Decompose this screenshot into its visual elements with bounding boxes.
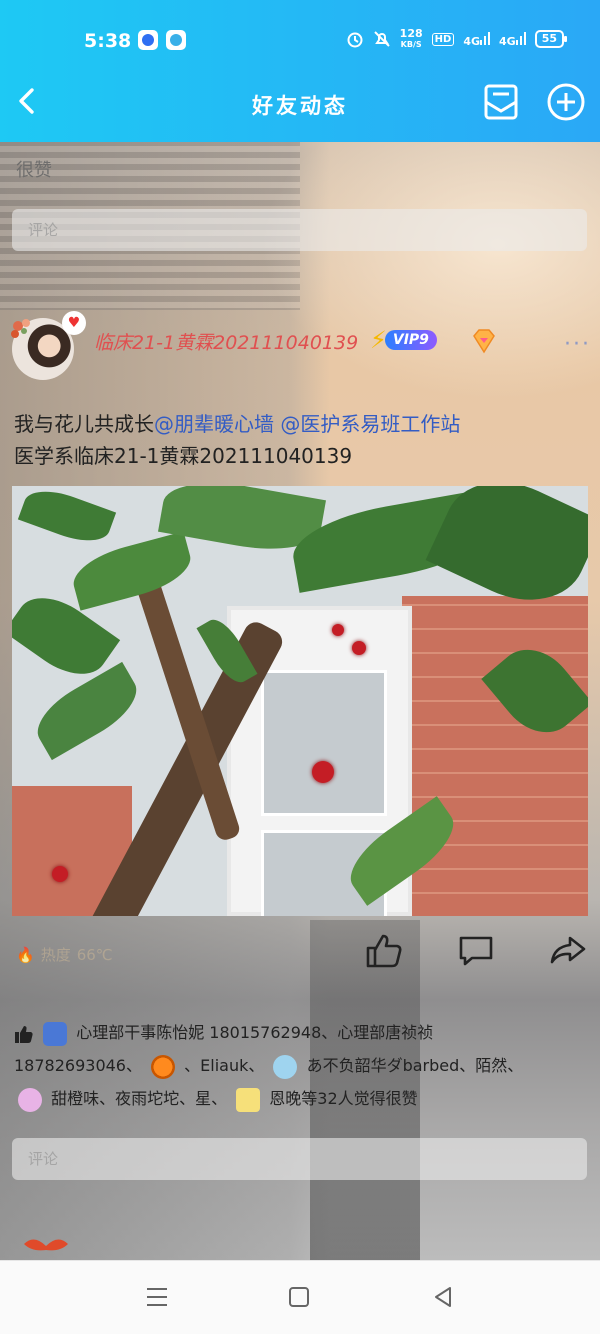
system-nav-bar	[0, 1260, 600, 1334]
moon-badge-icon	[18, 1087, 42, 1112]
net-label: 4G	[499, 34, 516, 48]
likes-names[interactable]: 恩晚等32人觉得很赞	[269, 1089, 417, 1108]
more-options-icon[interactable]: ···	[564, 332, 591, 357]
back-triangle-icon[interactable]	[432, 1285, 454, 1309]
signal-bars-icon	[480, 31, 490, 45]
flower-frame-icon	[11, 319, 30, 338]
signal-4g-2: 4G	[499, 31, 526, 48]
likes-names[interactable]: 、Eliauk、	[184, 1056, 264, 1075]
likes-names[interactable]: 心理部干事陈怡妮 18015762948、心理部唐祯祯	[76, 1023, 433, 1042]
status-bar: 5:38 128 KB/S HD 4G 4G 55	[0, 0, 600, 80]
comment-input[interactable]: 评论	[12, 1138, 587, 1180]
user-badge-icon	[43, 1021, 68, 1046]
hot-value: 66℃	[76, 945, 113, 964]
thumbs-up-icon	[15, 1025, 33, 1043]
net-speed: 128 KB/S	[400, 28, 423, 50]
net-speed-unit: KB/S	[400, 40, 422, 49]
title-bar: 好友动态	[0, 80, 600, 142]
envelope-icon[interactable]	[480, 80, 524, 124]
flame-icon: 🔥	[16, 945, 35, 964]
cloud-app-icon	[166, 30, 186, 50]
previous-post-text: 很赞	[16, 160, 52, 181]
menu-icon[interactable]	[146, 1285, 168, 1309]
likes-names[interactable]: 18782693046、	[14, 1056, 142, 1075]
mention-link[interactable]: @朋辈暖心墙	[154, 412, 274, 436]
hd-badge: HD	[431, 32, 455, 46]
hot-label: 热度	[40, 946, 71, 964]
post-text-plain: 我与花儿共成长	[14, 412, 154, 436]
user-badge-icon	[236, 1087, 261, 1112]
baidu-app-icon	[138, 30, 158, 50]
likes-names[interactable]: あ不负韶华ダbarbed、陌然、	[307, 1056, 524, 1075]
diamond-icon[interactable]	[470, 328, 498, 354]
signal-bars-icon	[515, 31, 526, 45]
post-username[interactable]: 临床21-1黄霖202111040139	[94, 328, 358, 355]
thumbs-up-icon[interactable]	[364, 930, 404, 970]
net-label: 4G	[463, 34, 480, 48]
share-icon[interactable]	[548, 930, 588, 970]
likes-names[interactable]: 甜橙味、夜雨坨坨、星、	[51, 1089, 227, 1108]
previous-comment-input[interactable]: 评论	[12, 209, 587, 251]
heart-badge-icon: ♥	[62, 311, 86, 335]
plus-circle-icon[interactable]	[544, 80, 588, 124]
net-speed-value: 128	[399, 27, 423, 40]
likes-list: 心理部干事陈怡妮 18015762948、心理部唐祯祯 18782693046、…	[14, 1016, 589, 1115]
mute-bell-icon	[373, 31, 390, 47]
alarm-icon	[347, 32, 363, 48]
vip-badge[interactable]: ⚡ VIP9	[370, 326, 437, 354]
signal-4g-1: 4G	[463, 31, 490, 48]
post-text-line2: 医学系临床21-1黄霖202111040139	[14, 444, 353, 468]
post-photo[interactable]	[12, 486, 588, 916]
hot-indicator: 🔥 热度 66℃	[16, 944, 113, 965]
status-time: 5:38	[84, 30, 132, 52]
home-square-icon[interactable]	[288, 1285, 310, 1309]
battery-indicator: 55	[534, 30, 568, 48]
mention-link[interactable]: @医护系易班工作站	[280, 412, 460, 436]
user-badge-icon	[273, 1054, 298, 1079]
vip-level: VIP9	[384, 330, 437, 350]
post-text: 我与花儿共成长@朋辈暖心墙 @医护系易班工作站 医学系临床21-1黄霖20211…	[14, 408, 589, 472]
comment-icon[interactable]	[456, 930, 496, 970]
basketball-icon	[151, 1054, 176, 1079]
